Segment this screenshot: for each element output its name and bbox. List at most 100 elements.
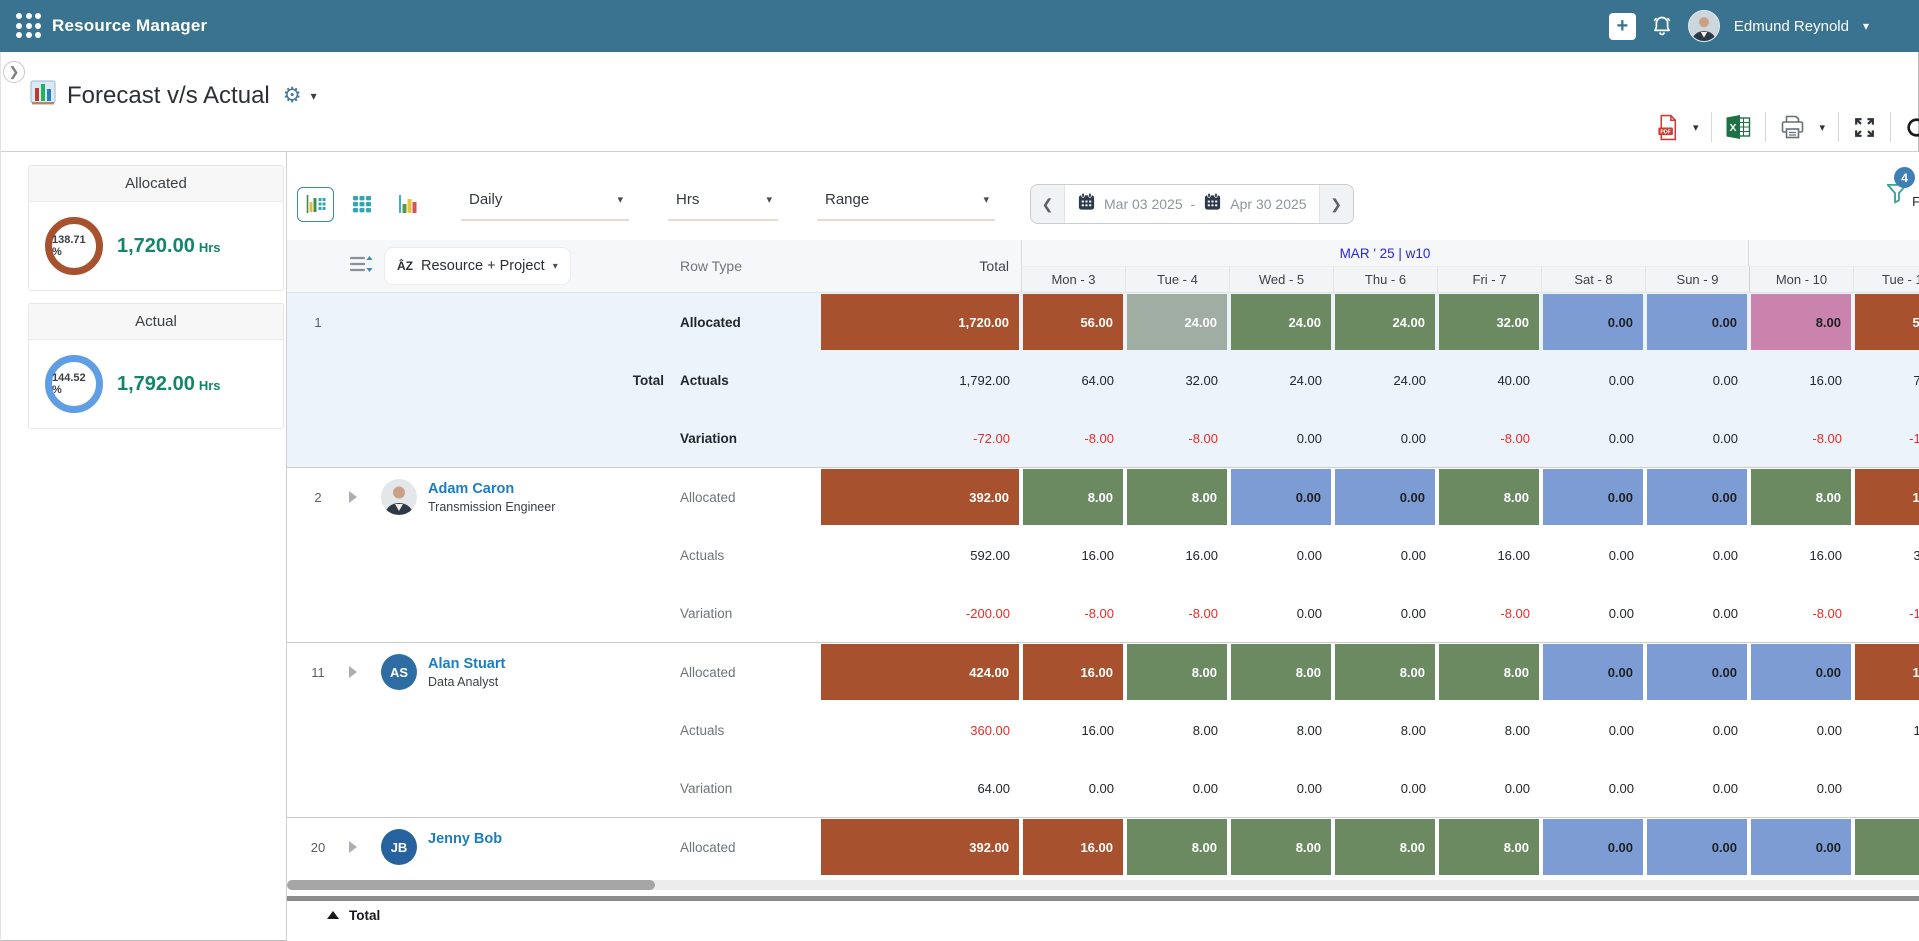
day-value-cell[interactable]: 8.00 xyxy=(1125,818,1229,876)
day-column-header[interactable]: Wed - 5 xyxy=(1229,266,1333,292)
pdf-options-chevron-icon[interactable]: ▾ xyxy=(1693,121,1699,134)
day-value-cell[interactable]: 0.00 xyxy=(1853,759,1919,817)
day-value-cell[interactable]: 8.00 xyxy=(1229,818,1333,876)
day-value-cell[interactable]: 64.00 xyxy=(1021,351,1125,409)
day-value-cell[interactable]: 24.00 xyxy=(1229,293,1333,351)
user-name[interactable]: Edmund Reynold xyxy=(1734,18,1849,35)
day-value-cell[interactable]: 0.00 xyxy=(1333,759,1437,817)
filter-button[interactable]: 4 Filter xyxy=(1884,180,1919,211)
day-value-cell[interactable]: 16.00 xyxy=(1749,526,1853,584)
next-period-button[interactable]: ❯ xyxy=(1319,185,1353,223)
day-value-cell[interactable]: 8.00 xyxy=(1333,701,1437,759)
day-value-cell[interactable]: 16.00 xyxy=(1853,701,1919,759)
user-avatar[interactable] xyxy=(1688,10,1720,42)
day-value-cell[interactable]: 0.00 xyxy=(1333,526,1437,584)
total-value-cell[interactable]: 424.00 xyxy=(819,643,1021,701)
app-waffle-icon[interactable] xyxy=(16,13,42,39)
previous-period-button[interactable]: ❮ xyxy=(1031,185,1065,223)
day-value-cell[interactable]: 0.00 xyxy=(1229,526,1333,584)
day-value-cell[interactable]: 8.00 xyxy=(1437,468,1541,526)
total-value-cell[interactable]: 64.00 xyxy=(819,759,1021,817)
date-to[interactable]: Apr 30 2025 xyxy=(1230,196,1306,212)
day-value-cell[interactable]: 8.00 xyxy=(1437,818,1541,876)
day-value-cell[interactable]: 0.00 xyxy=(1749,759,1853,817)
day-value-cell[interactable]: 0.00 xyxy=(1229,468,1333,526)
day-value-cell[interactable]: 0.00 xyxy=(1333,468,1437,526)
refresh-icon[interactable] xyxy=(1904,115,1919,140)
expand-toggle[interactable] xyxy=(349,468,381,526)
day-value-cell[interactable]: 0.00 xyxy=(1645,351,1749,409)
day-value-cell[interactable]: 24.00 xyxy=(1229,351,1333,409)
day-value-cell[interactable]: -16.00 xyxy=(1853,584,1919,642)
day-value-cell[interactable]: 0.00 xyxy=(1125,759,1229,817)
day-value-cell[interactable]: 8.00 xyxy=(1125,643,1229,701)
day-value-cell[interactable]: 0.00 xyxy=(1541,409,1645,467)
resource-name-link[interactable]: Jenny Bob xyxy=(428,829,502,847)
collapse-total-icon[interactable] xyxy=(327,911,339,919)
add-button[interactable]: + xyxy=(1609,13,1636,40)
total-value-cell[interactable]: 360.00 xyxy=(819,701,1021,759)
day-column-header[interactable]: Tue - 11 xyxy=(1853,266,1919,292)
title-dropdown-chevron-icon[interactable]: ▾ xyxy=(311,89,317,103)
day-value-cell[interactable]: 0.00 xyxy=(1749,643,1853,701)
total-value-cell[interactable]: -72.00 xyxy=(819,409,1021,467)
day-value-cell[interactable]: 0.00 xyxy=(1541,818,1645,876)
day-value-cell[interactable]: 0.00 xyxy=(1645,526,1749,584)
day-value-cell[interactable]: 72.00 xyxy=(1853,351,1919,409)
day-value-cell[interactable]: 8.00 xyxy=(1333,643,1437,701)
pdf-export-icon[interactable]: PDF xyxy=(1655,114,1680,141)
settings-gear-icon[interactable]: ⚙ xyxy=(283,83,302,108)
excel-export-icon[interactable]: X xyxy=(1725,114,1752,140)
day-value-cell[interactable]: 0.00 xyxy=(1333,409,1437,467)
day-value-cell[interactable]: 56.00 xyxy=(1853,293,1919,351)
day-value-cell[interactable]: 16.00 xyxy=(1853,468,1919,526)
day-value-cell[interactable]: 0.00 xyxy=(1541,468,1645,526)
row-sort-icon[interactable] xyxy=(349,254,373,279)
day-value-cell[interactable]: 16.00 xyxy=(1125,526,1229,584)
day-value-cell[interactable]: 24.00 xyxy=(1333,293,1437,351)
day-column-header[interactable]: Tue - 4 xyxy=(1125,266,1229,292)
day-value-cell[interactable]: 0.00 xyxy=(1541,351,1645,409)
user-menu-chevron-icon[interactable]: ▾ xyxy=(1863,19,1869,33)
day-value-cell[interactable]: 40.00 xyxy=(1437,351,1541,409)
expand-toggle[interactable] xyxy=(349,643,381,701)
expand-toggle[interactable] xyxy=(349,818,381,876)
day-value-cell[interactable]: 0.00 xyxy=(1229,759,1333,817)
day-value-cell[interactable]: 8.00 xyxy=(1229,643,1333,701)
granularity-select[interactable]: Daily ▾ xyxy=(461,187,629,221)
grid-view-icon[interactable] xyxy=(343,187,380,222)
day-value-cell[interactable]: 56.00 xyxy=(1021,293,1125,351)
day-value-cell[interactable]: 0.00 xyxy=(1645,468,1749,526)
day-value-cell[interactable]: 8.00 xyxy=(1853,818,1919,876)
total-value-cell[interactable]: 1,792.00 xyxy=(819,351,1021,409)
day-value-cell[interactable]: 0.00 xyxy=(1541,701,1645,759)
day-value-cell[interactable]: 0.00 xyxy=(1645,409,1749,467)
day-value-cell[interactable]: 8.00 xyxy=(1749,293,1853,351)
group-by-select[interactable]: ÂZ Resource + Project ▾ xyxy=(385,248,570,284)
day-value-cell[interactable]: 0.00 xyxy=(1229,409,1333,467)
day-value-cell[interactable]: 16.00 xyxy=(1021,701,1125,759)
day-value-cell[interactable]: 0.00 xyxy=(1645,759,1749,817)
day-value-cell[interactable]: 0.00 xyxy=(1541,584,1645,642)
day-value-cell[interactable]: 0.00 xyxy=(1021,759,1125,817)
horizontal-scrollbar[interactable] xyxy=(287,880,1919,890)
day-value-cell[interactable]: 0.00 xyxy=(1333,584,1437,642)
print-options-chevron-icon[interactable]: ▾ xyxy=(1819,121,1825,134)
day-value-cell[interactable]: 0.00 xyxy=(1749,818,1853,876)
total-value-cell[interactable]: 392.00 xyxy=(819,818,1021,876)
day-value-cell[interactable]: 0.00 xyxy=(1749,701,1853,759)
day-column-header[interactable]: Fri - 7 xyxy=(1437,266,1541,292)
day-value-cell[interactable]: 32.00 xyxy=(1853,526,1919,584)
day-value-cell[interactable]: 16.00 xyxy=(1021,643,1125,701)
day-value-cell[interactable]: 0.00 xyxy=(1645,643,1749,701)
day-value-cell[interactable]: 16.00 xyxy=(1021,818,1125,876)
resource-name-link[interactable]: Adam Caron xyxy=(428,479,555,497)
day-value-cell[interactable]: 8.00 xyxy=(1125,701,1229,759)
range-select[interactable]: Range ▾ xyxy=(817,187,995,221)
day-column-header[interactable]: Mon - 10 xyxy=(1749,266,1853,292)
day-value-cell[interactable]: 16.00 xyxy=(1437,526,1541,584)
day-value-cell[interactable]: 8.00 xyxy=(1125,468,1229,526)
day-value-cell[interactable]: 0.00 xyxy=(1541,526,1645,584)
day-column-header[interactable]: Mon - 3 xyxy=(1021,266,1125,292)
horizontal-scrollbar-thumb[interactable] xyxy=(287,880,655,890)
